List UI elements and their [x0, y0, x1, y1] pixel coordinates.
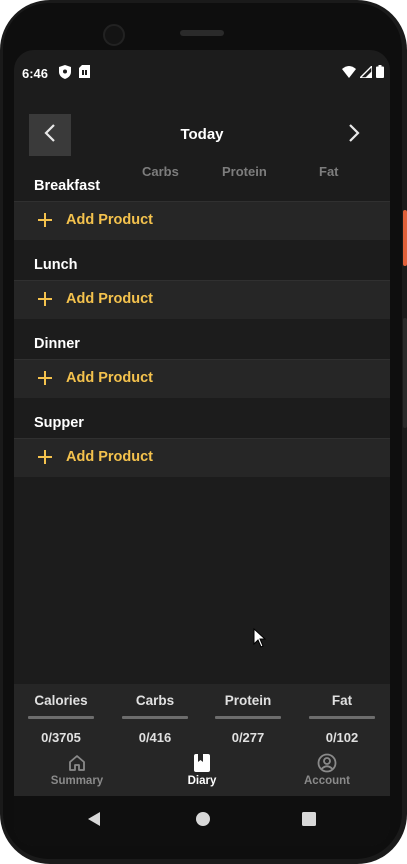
add-product-label: Add Product — [66, 370, 153, 386]
volume-button — [403, 318, 407, 428]
phone-frame: 6:46 Today Carbs Protein Fat Breakfast A… — [0, 0, 407, 864]
power-button — [403, 210, 407, 266]
front-camera — [103, 24, 125, 46]
summary-value: 0/3705 — [41, 730, 81, 745]
chevron-right-icon — [347, 123, 361, 148]
home-circle-icon[interactable] — [195, 811, 211, 832]
add-product-breakfast[interactable]: Add Product — [14, 201, 390, 240]
summary-label: Calories — [34, 693, 88, 708]
signal-icon — [358, 63, 373, 81]
progress-bar — [309, 716, 375, 719]
column-header-protein: Protein — [222, 164, 267, 179]
summary-label: Protein — [224, 693, 272, 708]
add-product-label: Add Product — [66, 212, 153, 228]
meal-title-supper: Supper — [34, 415, 84, 431]
home-icon — [32, 753, 122, 773]
status-bar: 6:46 — [14, 50, 390, 96]
nav-label: Summary — [50, 775, 104, 787]
summary-fat: Fat 0/102 — [307, 684, 377, 745]
daily-summary: Calories 0/3705 Carbs 0/416 Protein 0/27… — [14, 684, 390, 750]
add-product-supper[interactable]: Add Product — [14, 438, 390, 477]
plus-icon — [37, 370, 53, 391]
plus-icon — [37, 449, 53, 470]
nav-label: Diary — [187, 775, 217, 787]
meal-title-lunch: Lunch — [34, 257, 78, 273]
earpiece-speaker — [180, 30, 224, 36]
book-icon — [157, 753, 247, 773]
summary-calories: Calories 0/3705 — [26, 684, 96, 745]
nav-summary[interactable]: Summary — [32, 750, 122, 787]
summary-label: Carbs — [135, 693, 175, 708]
system-navigation-bar — [14, 796, 390, 846]
add-product-label: Add Product — [66, 449, 153, 465]
summary-protein: Protein 0/277 — [213, 684, 283, 745]
summary-value: 0/102 — [325, 730, 359, 745]
nav-label: Account — [304, 775, 350, 787]
add-product-dinner[interactable]: Add Product — [14, 359, 390, 398]
summary-value: 0/416 — [138, 730, 172, 745]
back-triangle-icon[interactable] — [87, 811, 101, 832]
nav-diary[interactable]: Diary — [157, 750, 247, 787]
summary-value: 0/277 — [231, 730, 265, 745]
account-icon — [282, 753, 372, 773]
add-product-lunch[interactable]: Add Product — [14, 280, 390, 319]
bottom-navigation: Summary Diary Account — [14, 750, 390, 796]
progress-bar — [122, 716, 188, 719]
wifi-icon — [342, 65, 356, 81]
meal-title-breakfast: Breakfast — [34, 178, 101, 194]
recents-square-icon[interactable] — [302, 812, 316, 831]
status-time: 6:46 — [22, 66, 49, 81]
column-header-fat: Fat — [319, 164, 339, 179]
summary-label: Fat — [331, 693, 353, 708]
date-header: Today — [14, 112, 390, 158]
progress-bar — [215, 716, 281, 719]
add-product-label: Add Product — [66, 291, 153, 307]
meal-title-dinner: Dinner — [34, 336, 80, 352]
plus-icon — [37, 291, 53, 312]
battery-icon — [376, 65, 384, 81]
shield-icon — [59, 65, 71, 82]
column-header-carbs: Carbs — [142, 164, 179, 179]
sim-card-icon — [79, 65, 90, 82]
app-screen: 6:46 Today Carbs Protein Fat Breakfast A… — [14, 50, 390, 846]
summary-carbs: Carbs 0/416 — [120, 684, 190, 745]
nav-account[interactable]: Account — [282, 750, 372, 787]
mouse-cursor-icon — [253, 627, 267, 653]
progress-bar — [28, 716, 94, 719]
next-day-button[interactable] — [333, 114, 375, 156]
plus-icon — [37, 212, 53, 233]
